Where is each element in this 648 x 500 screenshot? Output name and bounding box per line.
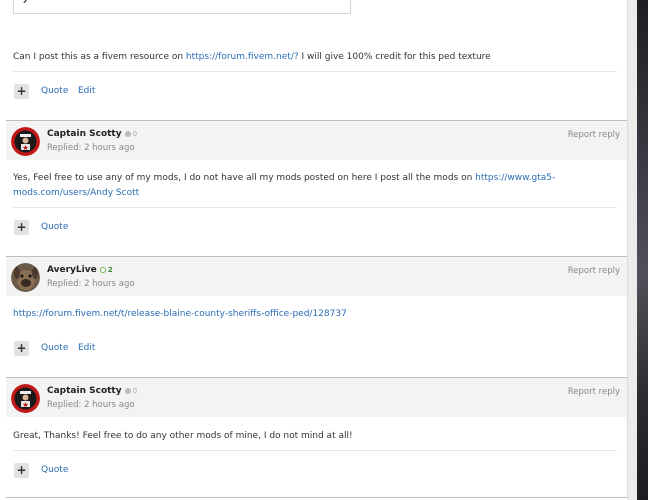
plus-icon[interactable]: + (14, 341, 29, 356)
post-actions: + Quote Edit (13, 71, 617, 102)
post-text: Yes, Feel free to use any of my mods, I … (13, 173, 476, 183)
rep-dot-icon (99, 267, 106, 273)
post-actions: + Quote Edit (13, 341, 617, 359)
report-reply-link[interactable]: Report reply (568, 130, 620, 140)
username[interactable]: AveryLive 2 (47, 265, 113, 275)
quote-box-remnant: ❯ (13, 0, 351, 14)
reputation-badge: 2 (99, 266, 113, 274)
quote-button[interactable]: Quote (41, 465, 68, 475)
desktop-background (637, 0, 648, 500)
scrollbar[interactable] (627, 0, 637, 500)
post-text: Can I post this as a fivem resource on (13, 52, 186, 62)
thread-content: ❯ Can I post this as a fivem resource on… (0, 0, 627, 500)
edit-button[interactable]: Edit (78, 343, 95, 353)
post-link[interactable]: https://forum.fivem.net/? (186, 52, 299, 62)
post-header: AveryLive 2 Replied: 2 hours ago Report r… (6, 256, 627, 296)
username[interactable]: Captain Scotty 0 (47, 386, 137, 396)
post-header: Captain Scotty 0 Replied: 2 hours ago Rep… (6, 120, 627, 160)
post-text: I will give 100% credit for this ped tex… (298, 52, 491, 62)
quote-button[interactable]: Quote (41, 86, 68, 96)
red-star-avatar-icon[interactable] (11, 384, 40, 413)
reply-time: Replied: 2 hours ago (47, 279, 135, 289)
reply-time: Replied: 2 hours ago (47, 143, 135, 153)
post-header: Captain Scotty 0 Replied: 2 hours ago Rep… (6, 377, 627, 417)
post-text: Great, Thanks! Feel free to do any other… (13, 431, 353, 441)
divider (13, 71, 617, 72)
post-actions: + Quote (13, 207, 617, 238)
divider (13, 207, 617, 208)
divider (13, 450, 617, 451)
plus-icon[interactable]: + (14, 463, 29, 478)
report-reply-link[interactable]: Report reply (568, 266, 620, 276)
window-edge (627, 0, 648, 500)
red-star-avatar-icon[interactable] (11, 127, 40, 156)
post-body: https://forum.fivem.net/t/release-blaine… (13, 307, 623, 322)
plus-icon[interactable]: + (14, 84, 29, 99)
quote-button[interactable]: Quote (41, 222, 68, 232)
post-body: Yes, Feel free to use any of my mods, I … (13, 171, 623, 201)
post-actions: + Quote (13, 450, 617, 481)
divider (6, 497, 627, 498)
reputation-badge: 0 (124, 130, 137, 138)
reputation-badge: 0 (124, 387, 137, 395)
caret-icon: ❯ (22, 0, 29, 3)
rep-dot-icon (124, 388, 131, 394)
post-link[interactable]: https://forum.fivem.net/t/release-blaine… (13, 309, 347, 319)
reply-time: Replied: 2 hours ago (47, 400, 135, 410)
report-reply-link[interactable]: Report reply (568, 387, 620, 397)
dog-avatar-icon[interactable] (11, 263, 40, 292)
post-body: Can I post this as a fivem resource on h… (13, 50, 623, 65)
plus-icon[interactable]: + (14, 220, 29, 235)
rep-dot-icon (124, 131, 131, 137)
edit-button[interactable]: Edit (78, 86, 95, 96)
username[interactable]: Captain Scotty 0 (47, 129, 137, 139)
post-body: Great, Thanks! Feel free to do any other… (13, 429, 623, 444)
quote-button[interactable]: Quote (41, 343, 68, 353)
